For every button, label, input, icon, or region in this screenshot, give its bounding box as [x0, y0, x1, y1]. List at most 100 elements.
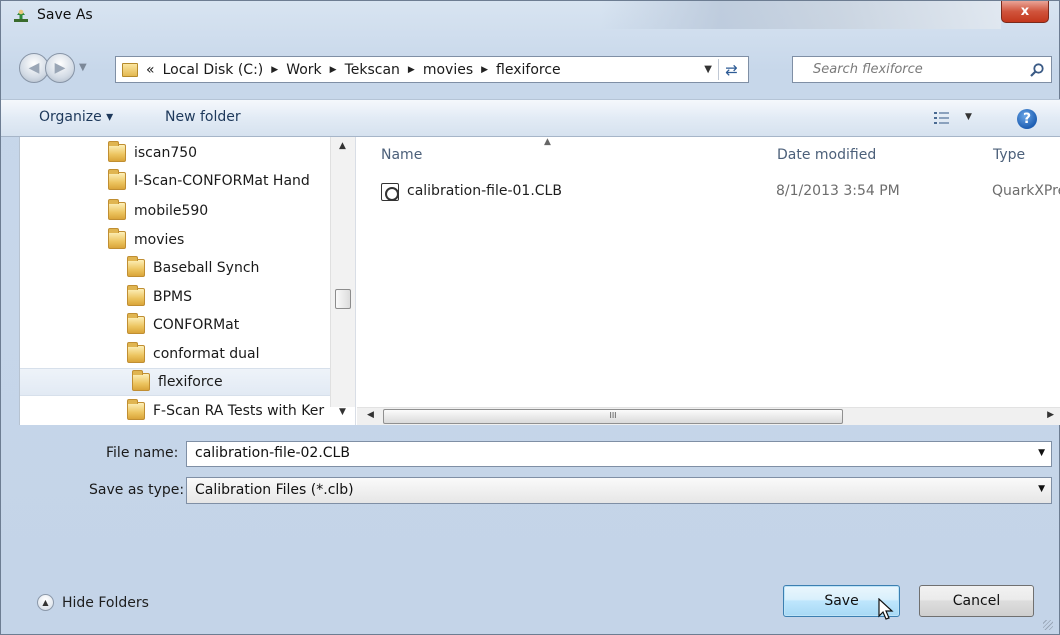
sort-ascending-icon: ▲ — [544, 137, 551, 147]
back-arrow-icon: ◀ — [28, 60, 40, 76]
folder-icon — [108, 141, 126, 162]
column-header-type[interactable]: Type — [993, 147, 1025, 163]
view-dropdown-icon[interactable]: ▼ — [965, 112, 972, 122]
forward-button[interactable]: ▶ — [45, 53, 75, 83]
save-as-type-value: Calibration Files (*.clb) — [195, 482, 354, 498]
file-name-input[interactable] — [195, 445, 1015, 461]
hide-folders-toggle[interactable]: ▲ Hide Folders — [37, 594, 149, 611]
close-icon: x — [1020, 4, 1030, 19]
search-input[interactable] — [813, 62, 1013, 77]
chevron-down-icon[interactable]: ▼ — [1038, 484, 1045, 494]
navigation-bar: ◀ ▶ ▼ « Local Disk (C:) ▶ Work ▶ Tekscan… — [19, 53, 1059, 87]
cancel-button[interactable]: Cancel — [919, 585, 1034, 617]
cancel-button-label: Cancel — [952, 593, 1001, 609]
tree-item-bpms[interactable]: BPMS — [127, 283, 192, 311]
address-bar[interactable]: « Local Disk (C:) ▶ Work ▶ Tekscan ▶ mov… — [115, 56, 749, 83]
folder-icon — [108, 228, 126, 249]
refresh-icon[interactable]: ⇄ — [718, 59, 744, 80]
folder-icon — [127, 399, 145, 420]
folder-icon — [122, 62, 138, 77]
tree-item-iscan-conformat[interactable]: I-Scan-CONFORMat Hand — [108, 167, 310, 195]
folder-icon — [127, 313, 145, 334]
folder-icon — [108, 199, 126, 220]
scroll-right-icon[interactable]: ▶ — [1047, 410, 1054, 420]
tree-item-label: CONFORMat — [153, 317, 240, 333]
scroll-up-icon[interactable]: ▲ — [339, 141, 346, 151]
breadcrumb-arrow-icon[interactable]: ▶ — [408, 65, 415, 75]
scrollbar-thumb[interactable] — [335, 289, 351, 309]
command-toolbar: Organize ▾ New folder ▼ ? — [1, 99, 1060, 137]
tree-item-label: BPMS — [153, 289, 193, 305]
breadcrumb-local-disk[interactable]: Local Disk (C:) — [163, 62, 264, 78]
search-box[interactable] — [792, 56, 1052, 83]
tree-item-label: mobile590 — [134, 203, 209, 219]
collapse-up-icon: ▲ — [37, 594, 54, 611]
close-button[interactable]: x — [1001, 1, 1049, 23]
tree-item-label: flexiforce — [158, 374, 223, 390]
tree-item-conformat-dual[interactable]: conformat dual — [127, 340, 260, 368]
file-row[interactable]: calibration-file-01.CLB 8/1/2013 3:54 PM… — [381, 181, 1060, 207]
tree-item-baseball-synch[interactable]: Baseball Synch — [127, 254, 259, 282]
tree-item-label: movies — [134, 232, 185, 248]
file-list-horizontal-scrollbar[interactable]: ◀ III ▶ — [357, 407, 1060, 425]
save-as-icon — [14, 9, 28, 22]
resize-grip-icon[interactable] — [1043, 620, 1053, 630]
title-bar[interactable]: Save As x — [1, 1, 1059, 33]
save-button-label: Save — [824, 593, 859, 609]
recent-pages-dropdown-icon[interactable]: ▼ — [79, 62, 87, 73]
tree-item-label: I-Scan-CONFORMat Hand — [134, 173, 310, 189]
breadcrumb-overflow[interactable]: « — [146, 62, 155, 78]
quarkxpress-file-icon — [381, 183, 399, 201]
save-as-dialog: Save As x ◀ ▶ ▼ « Local Disk (C:) ▶ Work… — [0, 0, 1060, 635]
scroll-down-icon[interactable]: ▼ — [339, 407, 346, 417]
breadcrumb-flexiforce[interactable]: flexiforce — [496, 62, 561, 78]
tree-item-label: F-Scan RA Tests with Ker — [153, 403, 325, 419]
file-date-modified: 8/1/2013 3:54 PM — [776, 183, 900, 199]
tree-item-label: iscan750 — [134, 145, 198, 161]
search-icon[interactable] — [1029, 62, 1045, 78]
file-name: calibration-file-01.CLB — [407, 183, 562, 199]
address-dropdown-icon[interactable]: ▼ — [704, 64, 712, 75]
save-as-type-label: Save as type: — [89, 482, 185, 498]
folder-tree-pane: iscan750 I-Scan-CONFORMat Hand mobile590… — [20, 137, 356, 425]
hide-folders-label: Hide Folders — [62, 594, 149, 611]
scrollbar-thumb[interactable]: III — [383, 409, 843, 424]
tree-item-label: Baseball Synch — [153, 260, 260, 276]
column-header-date-modified[interactable]: Date modified — [777, 147, 876, 163]
tree-item-label: conformat dual — [153, 346, 260, 362]
folder-tree-scrollbar[interactable]: ▲ ▼ — [330, 137, 355, 417]
help-button[interactable]: ? — [1017, 109, 1037, 129]
folder-icon — [127, 256, 145, 277]
scroll-left-icon[interactable]: ◀ — [367, 410, 374, 420]
tree-item-mobile590[interactable]: mobile590 — [108, 197, 208, 225]
save-as-type-select[interactable]: Calibration Files (*.clb) ▼ — [186, 477, 1052, 504]
breadcrumb-arrow-icon[interactable]: ▶ — [330, 65, 337, 75]
folder-icon — [108, 169, 126, 190]
file-name-label: File name: — [106, 445, 179, 461]
scrollbar-grip: III — [609, 411, 617, 420]
new-folder-button[interactable]: New folder — [165, 109, 241, 125]
breadcrumb-movies[interactable]: movies — [423, 62, 473, 78]
forward-arrow-icon: ▶ — [54, 60, 66, 76]
file-name-field[interactable]: ▼ — [186, 441, 1052, 467]
breadcrumb-work[interactable]: Work — [286, 62, 321, 78]
tree-item-movies[interactable]: movies — [108, 226, 184, 254]
tree-item-flexiforce[interactable]: flexiforce — [20, 368, 330, 396]
breadcrumb-arrow-icon[interactable]: ▶ — [271, 65, 278, 75]
help-icon: ? — [1022, 111, 1032, 127]
tree-item-fscan-ra-tests[interactable]: F-Scan RA Tests with Ker — [127, 397, 324, 425]
tree-item-iscan750[interactable]: iscan750 — [108, 139, 197, 167]
breadcrumb-tekscan[interactable]: Tekscan — [345, 62, 400, 78]
organize-menu-button[interactable]: Organize ▾ — [39, 109, 113, 125]
folder-icon — [127, 342, 145, 363]
file-type: QuarkXPress — [992, 183, 1060, 199]
folder-icon — [127, 285, 145, 306]
tree-item-conformat[interactable]: CONFORMat — [127, 311, 239, 339]
file-list-pane: Name ▲ Date modified Type calibration-fi… — [357, 137, 1060, 425]
column-header-name[interactable]: Name — [381, 147, 422, 163]
breadcrumb-arrow-icon[interactable]: ▶ — [481, 65, 488, 75]
main-area: iscan750 I-Scan-CONFORMat Hand mobile590… — [19, 137, 1060, 425]
window-title: Save As — [37, 7, 93, 23]
view-options-icon[interactable] — [933, 109, 951, 127]
file-name-dropdown-icon[interactable]: ▼ — [1038, 448, 1045, 458]
